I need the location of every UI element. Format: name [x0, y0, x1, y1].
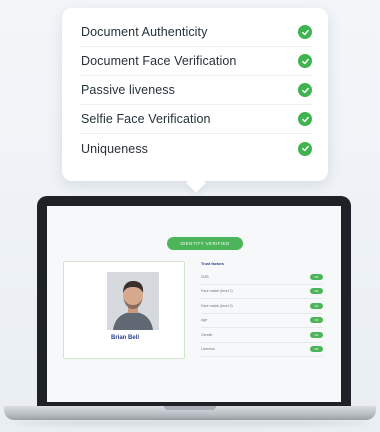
- profile-card: Brian Bell: [63, 261, 185, 359]
- check-icon: [298, 54, 312, 68]
- trust-factor-label: Liveness: [201, 347, 215, 352]
- trust-factor-label: Age: [201, 318, 208, 323]
- check-label: Selfie Face Verification: [81, 112, 211, 126]
- list-item: Face match (level 2) OK: [201, 299, 323, 314]
- check-icon: [298, 141, 312, 156]
- trust-factor-label: Face match (level 2): [201, 303, 233, 308]
- list-item: Age OK: [201, 314, 323, 328]
- list-item: Liveness OK: [201, 343, 323, 357]
- list-item: Face match (level 1) OK: [201, 285, 323, 299]
- stage: Document Authenticity Document Face Veri…: [0, 0, 380, 432]
- laptop-base: [4, 406, 376, 420]
- check-row-document-authenticity: Document Authenticity: [81, 18, 312, 47]
- avatar: [107, 272, 159, 330]
- check-row-passive-liveness: Passive liveness: [81, 76, 312, 105]
- verification-popover: Document Authenticity Document Face Veri…: [62, 8, 328, 181]
- trust-factor-label: Gender: [201, 332, 213, 337]
- check-label: Document Authenticity: [81, 25, 208, 39]
- check-label: Uniqueness: [81, 141, 149, 156]
- user-photo-icon: [107, 272, 159, 330]
- check-label: Document Face Verification: [81, 54, 237, 68]
- laptop-shadow: [14, 420, 366, 426]
- check-row-document-face-verification: Document Face Verification: [81, 47, 312, 76]
- check-icon: [298, 25, 312, 39]
- laptop-screen: IDENTITY VERIFIED Brian Bell Trust facto…: [47, 206, 341, 402]
- laptop-lid: IDENTITY VERIFIED Brian Bell Trust facto…: [37, 196, 351, 408]
- trust-factors-list: DOB OK Face match (level 1) OK Face matc…: [201, 270, 323, 357]
- list-item: Gender OK: [201, 328, 323, 343]
- list-item: DOB OK: [201, 270, 323, 285]
- trust-factor-label: DOB: [201, 274, 209, 279]
- check-label: Passive liveness: [81, 83, 176, 97]
- status-badge: OK: [310, 273, 323, 280]
- status-badge: OK: [310, 288, 323, 295]
- status-badge: OK: [310, 346, 323, 353]
- trust-factor-label: Face match (level 1): [201, 289, 233, 294]
- status-badge: OK: [310, 317, 323, 324]
- check-row-uniqueness: Uniqueness: [81, 134, 312, 163]
- status-badge: OK: [310, 302, 323, 309]
- status-badge: OK: [310, 331, 323, 338]
- profile-name: Brian Bell: [110, 335, 139, 341]
- status-badge: IDENTITY VERIFIED: [167, 237, 243, 250]
- check-icon: [298, 83, 312, 97]
- check-row-selfie-face-verification: Selfie Face Verification: [81, 105, 312, 134]
- check-icon: [298, 112, 312, 126]
- trust-factors-title: Trust factors: [201, 262, 224, 266]
- laptop-notch: [164, 406, 216, 410]
